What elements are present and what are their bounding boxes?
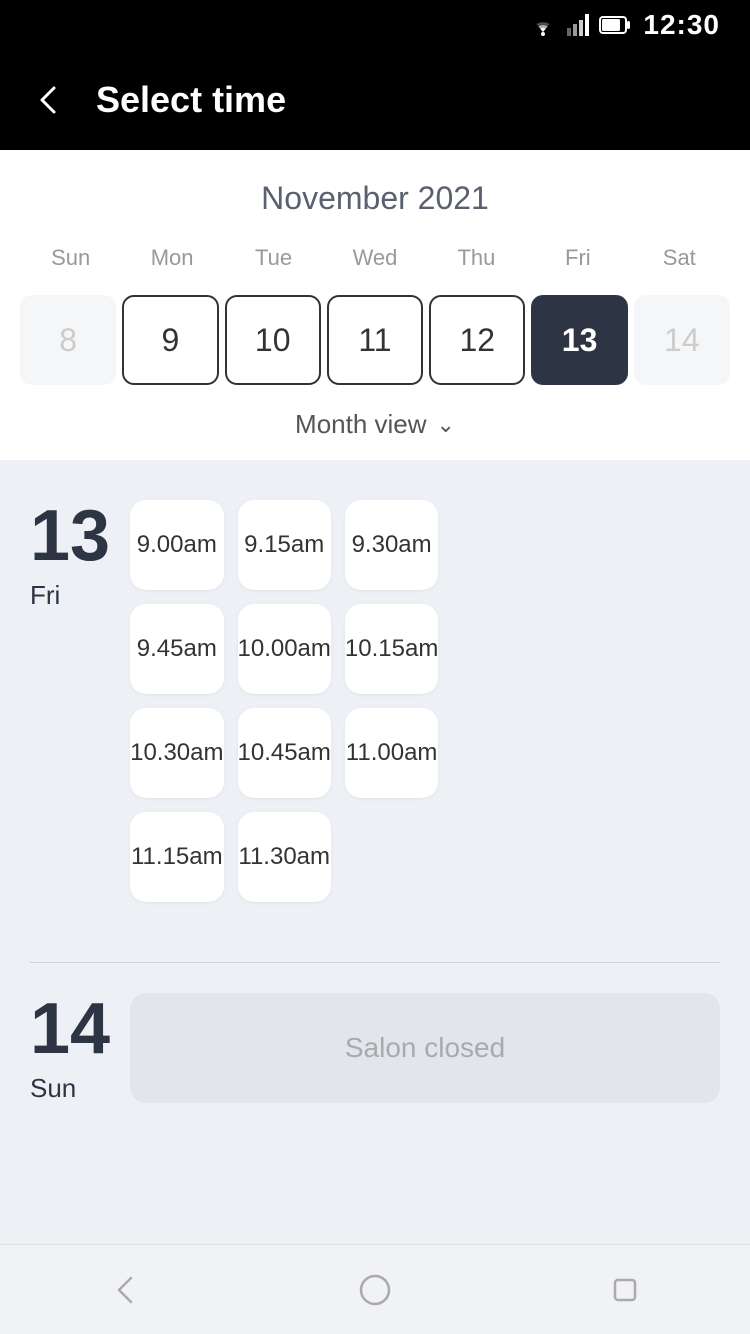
signal-icon — [567, 14, 589, 36]
day-13-header: 13 Fri 9.00am 9.15am 9.30am 9.45am 10.00… — [30, 500, 720, 902]
wifi-icon — [529, 14, 557, 36]
day-14-number: 14 — [30, 993, 110, 1065]
content-area: 13 Fri 9.00am 9.15am 9.30am 9.45am 10.00… — [0, 460, 750, 1244]
status-bar: 12:30 — [0, 0, 750, 50]
day-11[interactable]: 11 — [327, 295, 423, 385]
battery-icon — [599, 16, 631, 34]
month-year-title: November 2021 — [20, 180, 730, 217]
status-icons — [529, 14, 631, 36]
weekday-tue: Tue — [223, 237, 324, 279]
slot-1030am[interactable]: 10.30am — [130, 708, 223, 798]
time-slots-grid-13: 9.00am 9.15am 9.30am 9.45am 10.00am 10.1… — [130, 500, 438, 902]
weekday-wed: Wed — [324, 237, 425, 279]
slot-1130am[interactable]: 11.30am — [238, 812, 331, 902]
month-view-toggle[interactable]: Month view ⌄ — [20, 391, 730, 460]
weekdays-row: Sun Mon Tue Wed Thu Fri Sat — [20, 237, 730, 279]
nav-back-button[interactable] — [95, 1260, 155, 1320]
status-time: 12:30 — [643, 9, 720, 41]
days-row: 8 9 10 11 12 13 14 — [20, 289, 730, 391]
slot-930am[interactable]: 9.30am — [345, 500, 438, 590]
calendar-section: November 2021 Sun Mon Tue Wed Thu Fri Sa… — [0, 150, 750, 460]
slot-915am[interactable]: 9.15am — [238, 500, 331, 590]
month-view-label: Month view — [295, 409, 427, 440]
day-9[interactable]: 9 — [122, 295, 218, 385]
nav-recent-button[interactable] — [595, 1260, 655, 1320]
weekday-thu: Thu — [426, 237, 527, 279]
slot-1000am[interactable]: 10.00am — [238, 604, 331, 694]
day-14-info: 14 Sun — [30, 993, 110, 1104]
slot-945am[interactable]: 9.45am — [130, 604, 223, 694]
salon-closed-box: Salon closed — [130, 993, 720, 1103]
section-divider — [30, 962, 720, 963]
day-14-content: 14 Sun Salon closed — [30, 993, 720, 1104]
bottom-nav — [0, 1244, 750, 1334]
page-title: Select time — [96, 79, 286, 121]
day-section-14: 14 Sun Salon closed — [0, 973, 750, 1134]
day-12[interactable]: 12 — [429, 295, 525, 385]
weekday-sat: Sat — [629, 237, 730, 279]
weekday-sun: Sun — [20, 237, 121, 279]
weekday-mon: Mon — [121, 237, 222, 279]
weekday-fri: Fri — [527, 237, 628, 279]
app-header: Select time — [0, 50, 750, 150]
day-13[interactable]: 13 — [531, 295, 627, 385]
slot-900am[interactable]: 9.00am — [130, 500, 223, 590]
day-14-name: Sun — [30, 1073, 110, 1104]
day-8[interactable]: 8 — [20, 295, 116, 385]
day-13-name: Fri — [30, 580, 110, 611]
salon-closed-label: Salon closed — [345, 1032, 505, 1064]
day-13-number: 13 — [30, 500, 110, 572]
day-13-info: 13 Fri — [30, 500, 110, 611]
day-10[interactable]: 10 — [225, 295, 321, 385]
day-section-13: 13 Fri 9.00am 9.15am 9.30am 9.45am 10.00… — [0, 480, 750, 952]
slot-1115am[interactable]: 11.15am — [130, 812, 223, 902]
nav-home-button[interactable] — [345, 1260, 405, 1320]
slot-1100am[interactable]: 11.00am — [345, 708, 438, 798]
chevron-down-icon: ⌄ — [437, 412, 455, 438]
back-button[interactable] — [30, 82, 66, 118]
day-14[interactable]: 14 — [634, 295, 730, 385]
slot-1045am[interactable]: 10.45am — [238, 708, 331, 798]
slot-1015am[interactable]: 10.15am — [345, 604, 438, 694]
